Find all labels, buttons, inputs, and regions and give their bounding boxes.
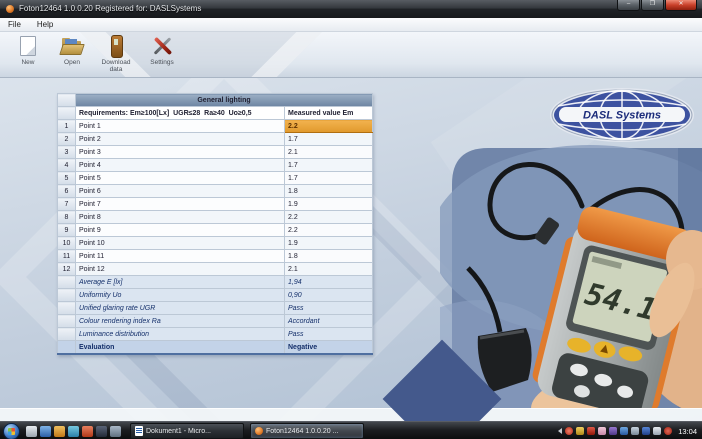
tray-icon[interactable] — [609, 427, 617, 435]
open-button[interactable]: Open — [50, 35, 94, 66]
new-document-icon — [17, 35, 39, 57]
title-bar: Foton12464 1.0.0.20 Registered for: DASL… — [0, 0, 702, 18]
evaluation-label: Evaluation — [76, 341, 285, 355]
taskbar: Dokument1 - Micro... Foton12464 1.0.0.20… — [0, 421, 702, 439]
menu-help[interactable]: Help — [29, 18, 61, 31]
logo-text: DASL Systems — [583, 110, 661, 122]
table-row[interactable]: 8 Point 8 2.2 — [58, 211, 373, 224]
start-button[interactable] — [3, 423, 20, 439]
dasl-systems-logo: DASL Systems — [549, 88, 695, 143]
table-row[interactable]: 7 Point 7 1.9 — [58, 198, 373, 211]
measured-value-header: Measured value Em — [285, 107, 373, 120]
selected-cell[interactable]: 2.2 — [285, 120, 373, 133]
app-icon — [6, 5, 14, 13]
table-row[interactable]: 9 Point 9 2.2 — [58, 224, 373, 237]
table-row[interactable]: 4 Point 4 1.7 — [58, 159, 373, 172]
windows-flag-icon — [8, 428, 15, 435]
open-folder-icon — [61, 35, 83, 57]
toolbar: New Open Download data Settings — [0, 32, 702, 78]
summary-row[interactable]: Colour rendering index Ra Accordant — [58, 315, 373, 328]
system-tray: 13:04 — [558, 427, 702, 436]
settings-icon — [151, 35, 173, 57]
tray-icon[interactable] — [642, 427, 650, 435]
table-row[interactable]: 11 Point 11 1.8 — [58, 250, 373, 263]
minimize-button[interactable]: – — [617, 0, 640, 11]
luxmeter-photo: 54.1 — [440, 140, 702, 408]
summary-row[interactable]: Luminance distribution Pass — [58, 328, 373, 341]
close-button[interactable]: ✕ — [665, 0, 697, 11]
table-row[interactable]: 10 Point 10 1.9 — [58, 237, 373, 250]
foton-app-icon — [255, 427, 263, 435]
quicklaunch-icon[interactable] — [82, 426, 93, 437]
table-row[interactable]: 1 Point 1 2.2 — [58, 120, 373, 133]
tray-icon[interactable] — [631, 427, 639, 435]
table-row[interactable]: 3 Point 3 2.1 — [58, 146, 373, 159]
table-row[interactable]: 5 Point 5 1.7 — [58, 172, 373, 185]
tray-icon[interactable] — [565, 427, 573, 435]
summary-row[interactable]: Average E [lx] 1,94 — [58, 276, 373, 289]
application-window: Foton12464 1.0.0.20 Registered for: DASL… — [0, 0, 702, 439]
quicklaunch-icon[interactable] — [96, 426, 107, 437]
taskbar-task-foton[interactable]: Foton12464 1.0.0.20 ... — [250, 423, 364, 439]
table-title: General lighting — [76, 94, 373, 107]
tray-icon[interactable] — [598, 427, 606, 435]
table-row[interactable]: 6 Point 6 1.8 — [58, 185, 373, 198]
client-area: 54.1 DASL Sys — [0, 77, 702, 421]
requirements-header: Requirements: Em≥100[Lx] UGR≤28 Ra≥40 Uo… — [76, 107, 285, 120]
menu-file[interactable]: File — [0, 18, 29, 31]
quicklaunch-icon[interactable] — [110, 426, 121, 437]
maximize-button[interactable]: ❐ — [641, 0, 664, 11]
tray-icon[interactable] — [620, 427, 628, 435]
results-table: General lighting Requirements: Em≥100[Lx… — [57, 93, 373, 355]
quicklaunch-icon[interactable] — [68, 426, 79, 437]
download-data-icon — [105, 35, 127, 57]
word-document-icon — [135, 426, 143, 436]
quicklaunch-icon[interactable] — [40, 426, 51, 437]
window-title: Foton12464 1.0.0.20 Registered for: DASL… — [19, 0, 201, 18]
tray-icon[interactable] — [653, 427, 661, 435]
bottom-band — [0, 408, 702, 421]
table-header-row: Requirements: Em≥100[Lx] UGR≤28 Ra≥40 Uo… — [58, 107, 373, 120]
evaluation-result: Negative — [285, 341, 373, 355]
table-row[interactable]: 12 Point 12 2.1 — [58, 263, 373, 276]
table-title-row: General lighting — [58, 94, 373, 107]
tray-icon[interactable] — [587, 427, 595, 435]
download-data-button[interactable]: Download data — [94, 35, 138, 73]
tray-icon[interactable] — [576, 427, 584, 435]
taskbar-task-word[interactable]: Dokument1 - Micro... — [130, 423, 244, 439]
settings-button[interactable]: Settings — [140, 35, 184, 66]
taskbar-clock[interactable]: 13:04 — [678, 427, 697, 436]
summary-row[interactable]: Uniformity Uo 0,90 — [58, 289, 373, 302]
tray-overflow-chevron[interactable] — [558, 428, 562, 434]
quicklaunch-icon[interactable] — [54, 426, 65, 437]
table-row[interactable]: 2 Point 2 1.7 — [58, 133, 373, 146]
quicklaunch-icon[interactable] — [26, 426, 37, 437]
new-button[interactable]: New — [6, 35, 50, 66]
evaluation-row: Evaluation Negative — [58, 341, 373, 355]
menu-bar: File Help — [0, 18, 702, 32]
tray-icon[interactable] — [664, 427, 672, 435]
summary-row[interactable]: Unified glaring rate UGR Pass — [58, 302, 373, 315]
